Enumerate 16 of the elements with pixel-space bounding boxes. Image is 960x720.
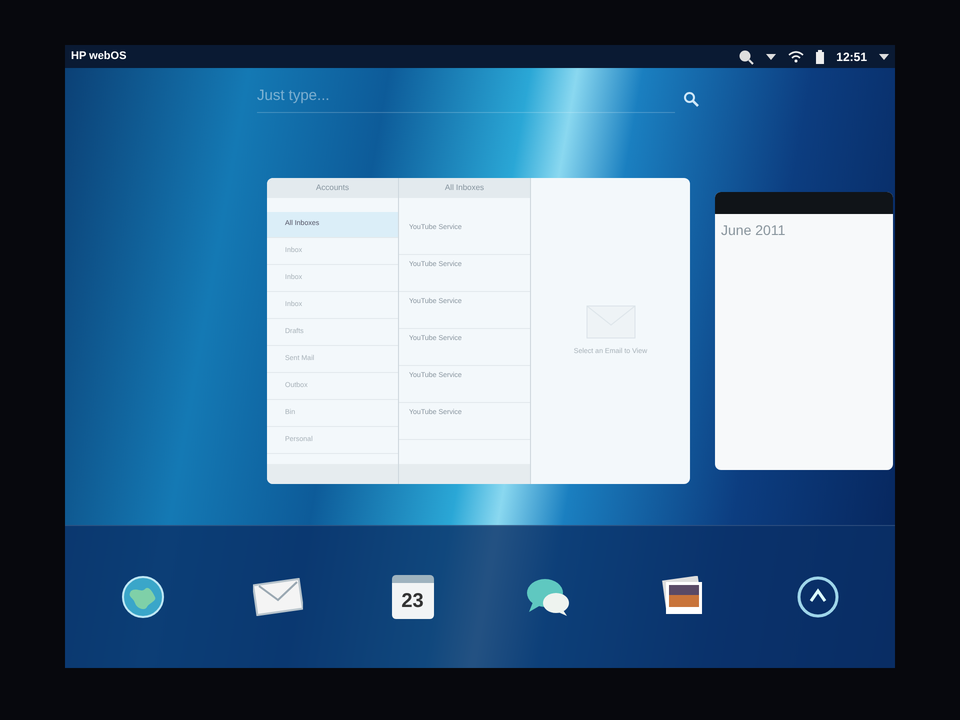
- pane-header: All Inboxes: [399, 178, 530, 198]
- search-icon[interactable]: [738, 48, 754, 64]
- search-field[interactable]: Just type...: [257, 85, 675, 113]
- calendar-icon[interactable]: 23: [392, 575, 434, 619]
- battery-icon[interactable]: [816, 50, 824, 64]
- clock-time: 12:51: [836, 48, 867, 66]
- wifi-icon[interactable]: [788, 50, 804, 62]
- caret-icon[interactable]: [766, 54, 776, 60]
- calendar-app-card[interactable]: June 2011: [715, 192, 893, 470]
- device-title: HP webOS: [71, 49, 126, 64]
- calendar-month-title: June 2011: [720, 221, 786, 240]
- globe-icon[interactable]: [120, 575, 164, 619]
- chat-bubbles-icon[interactable]: [524, 576, 570, 618]
- pane-header: Accounts: [267, 178, 398, 198]
- caret-icon[interactable]: [879, 54, 889, 60]
- envelope-icon[interactable]: [252, 578, 302, 616]
